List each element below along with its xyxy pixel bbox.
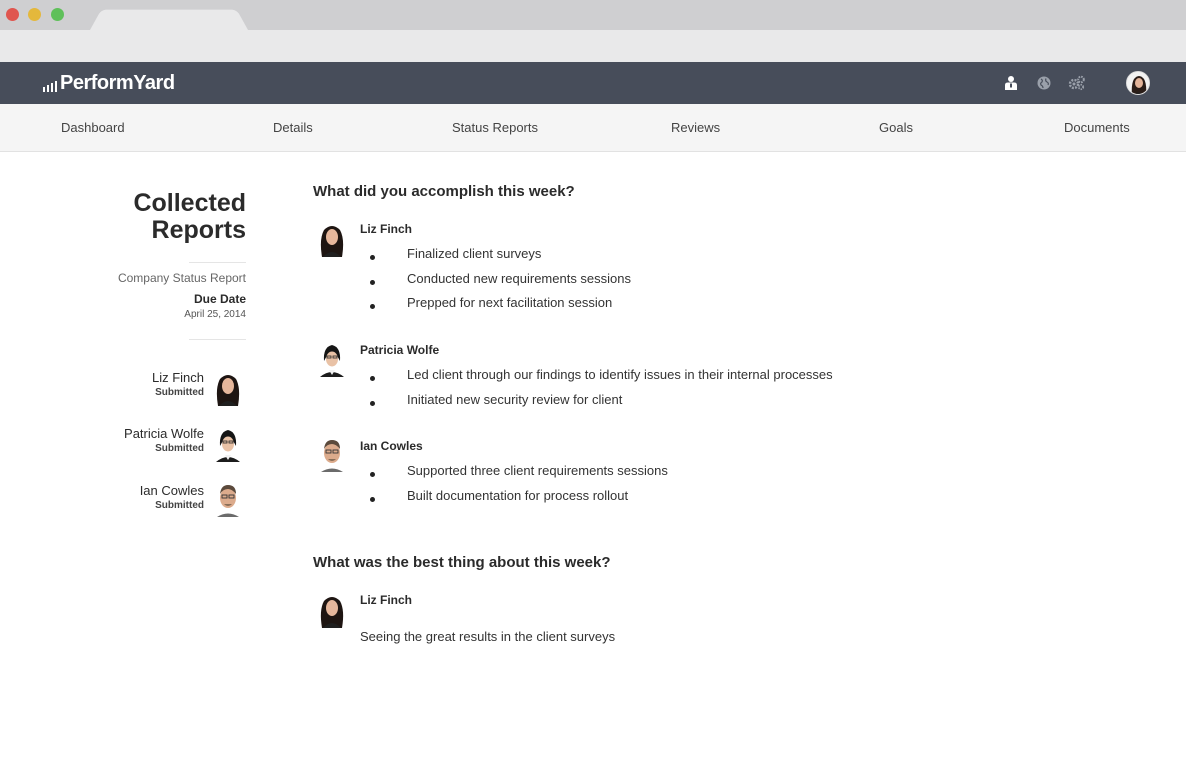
- browser-tab[interactable]: [90, 9, 248, 31]
- response-list: Supported three client requirements sess…: [368, 463, 668, 512]
- status-badge: Submitted: [155, 443, 204, 454]
- tab-reviews[interactable]: Reviews: [671, 104, 720, 152]
- avatar: [314, 436, 350, 472]
- person-name: Patricia Wolfe: [124, 426, 204, 441]
- respondent-name: Patricia Wolfe: [360, 343, 440, 357]
- status-badge: Submitted: [155, 500, 204, 511]
- response-text: Seeing the great results in the client s…: [360, 629, 616, 644]
- tab-goals[interactable]: Goals: [879, 104, 913, 152]
- divider: [189, 339, 246, 340]
- app-logo[interactable]: PerformYard: [43, 71, 175, 95]
- window-close-button[interactable]: [6, 8, 19, 21]
- person-name: Liz Finch: [151, 370, 204, 385]
- avatar: [314, 592, 350, 628]
- gears-icon[interactable]: [1067, 73, 1087, 93]
- avatar: [314, 221, 350, 257]
- tab-documents[interactable]: Documents: [1064, 104, 1130, 152]
- browser-chrome: [0, 0, 1186, 62]
- avatar: [210, 426, 246, 462]
- status-badge: Submitted: [155, 387, 204, 398]
- sidebar-person-patricia-wolfe[interactable]: Patricia Wolfe Submitted: [44, 426, 204, 456]
- page-title-line2: Reports: [151, 216, 246, 244]
- response-list: Led client through our findings to ident…: [368, 367, 833, 416]
- question-heading: What was the best thing about this week?: [313, 554, 611, 571]
- page-title: Collected Reports: [46, 190, 246, 244]
- avatar: [210, 481, 246, 517]
- app-header: PerformYard: [0, 62, 1186, 104]
- avatar: [210, 370, 246, 406]
- logo-text: PerformYard: [60, 72, 175, 94]
- list-item: Led client through our findings to ident…: [368, 367, 833, 392]
- list-item: Conducted new requirements sessions: [368, 271, 631, 296]
- person-badge-icon[interactable]: [1001, 73, 1021, 93]
- user-avatar[interactable]: [1126, 71, 1150, 95]
- window-minimize-button[interactable]: [28, 8, 41, 21]
- tab-details[interactable]: Details: [273, 104, 313, 152]
- logo-bars-icon: [43, 81, 57, 92]
- report-name: Company Status Report: [117, 271, 246, 285]
- respondent-name: Liz Finch: [360, 593, 412, 607]
- avatar: [314, 341, 350, 377]
- due-date-label: Due Date: [193, 292, 246, 306]
- tab-status-reports[interactable]: Status Reports: [452, 104, 538, 152]
- page-title-line1: Collected: [133, 189, 246, 217]
- person-name: Ian Cowles: [139, 483, 204, 498]
- due-date-value: April 25, 2014: [184, 309, 246, 320]
- tab-dashboard[interactable]: Dashboard: [61, 104, 125, 152]
- sidebar-person-liz-finch[interactable]: Liz Finch Submitted: [44, 370, 204, 400]
- respondent-name: Liz Finch: [360, 222, 412, 236]
- main-nav: Dashboard Details Status Reports Reviews…: [0, 104, 1186, 152]
- respondent-name: Ian Cowles: [360, 439, 423, 453]
- list-item: Prepped for next facilitation session: [368, 295, 631, 320]
- sidebar-person-ian-cowles[interactable]: Ian Cowles Submitted: [44, 483, 204, 513]
- question-heading: What did you accomplish this week?: [313, 183, 575, 200]
- globe-icon[interactable]: [1034, 73, 1054, 93]
- window-maximize-button[interactable]: [51, 8, 64, 21]
- list-item: Supported three client requirements sess…: [368, 463, 668, 488]
- response-list: Finalized client surveys Conducted new r…: [368, 246, 631, 320]
- list-item: Finalized client surveys: [368, 246, 631, 271]
- divider: [189, 262, 246, 263]
- list-item: Initiated new security review for client: [368, 392, 833, 417]
- list-item: Built documentation for process rollout: [368, 488, 668, 513]
